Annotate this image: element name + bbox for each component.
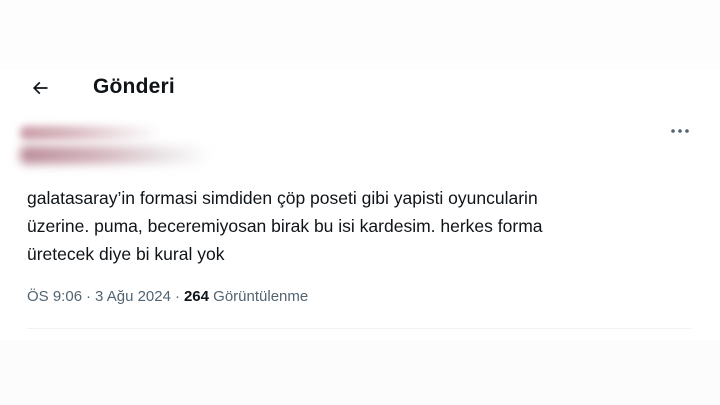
tweet-time[interactable]: ÖS 9:06 xyxy=(27,288,82,305)
more-options-button[interactable] xyxy=(665,120,695,142)
tweet-text: galatasaray’in formasi simdiden çöp pose… xyxy=(27,188,543,264)
bottom-background xyxy=(0,340,720,405)
views-label: Görüntülenme xyxy=(213,288,309,305)
more-horizontal-icon xyxy=(671,129,689,133)
arrow-left-icon xyxy=(32,81,48,95)
back-button[interactable] xyxy=(24,72,56,104)
top-background xyxy=(0,0,720,70)
author-handle-blurred xyxy=(20,146,210,164)
views-count: 264 xyxy=(183,288,209,305)
page-header: Gönderi xyxy=(0,62,720,112)
tweet-date[interactable]: 3 Ağu 2024 xyxy=(95,288,171,305)
author-name-blurred xyxy=(20,126,160,140)
author-info-redacted[interactable] xyxy=(14,120,214,168)
page-title: Gönderi xyxy=(93,75,175,98)
separator-dot: · xyxy=(86,288,92,305)
tweet-meta: ÖS 9:06 · 3 Ağu 2024 · 264 Görüntülenme xyxy=(27,288,308,305)
divider xyxy=(27,328,691,329)
separator-dot: · xyxy=(174,288,180,305)
